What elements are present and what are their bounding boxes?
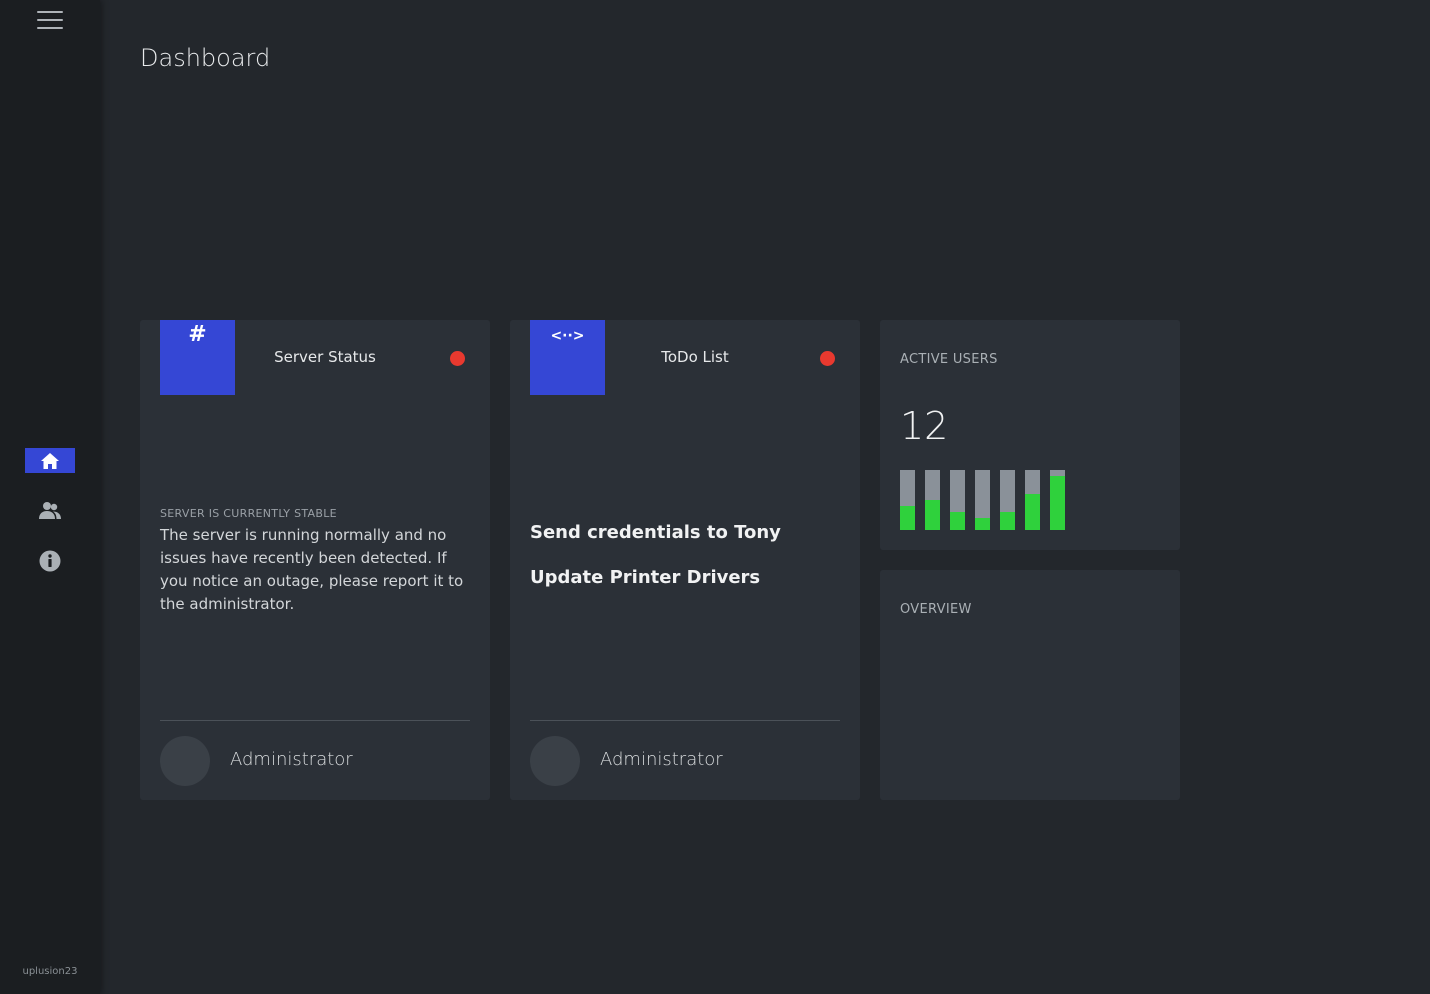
status-label: SERVER IS CURRENTLY STABLE <box>160 507 337 520</box>
author-name: Administrator <box>230 749 353 770</box>
sidebar: uplusion23 <box>0 0 100 994</box>
activity-bar <box>1000 470 1015 530</box>
avatar <box>530 736 580 786</box>
sidebar-item-info[interactable] <box>25 548 75 573</box>
card-title: ToDo List <box>661 348 729 366</box>
activity-bar-fill <box>1000 512 1015 530</box>
code-arrows-icon: <··> <box>530 320 605 395</box>
card-divider <box>530 720 840 721</box>
hash-icon: # <box>160 320 235 395</box>
activity-bar-fill <box>900 506 915 530</box>
card-divider <box>160 720 470 721</box>
activity-bar <box>1025 470 1040 530</box>
sidebar-item-home[interactable] <box>25 448 75 473</box>
status-indicator-dot <box>450 351 465 366</box>
activity-bar <box>925 470 940 530</box>
home-icon <box>41 452 59 469</box>
hamburger-menu-icon[interactable] <box>37 11 63 31</box>
sidebar-item-users[interactable] <box>25 498 75 523</box>
avatar <box>160 736 210 786</box>
activity-bar <box>1050 470 1065 530</box>
activity-bar-fill <box>1050 476 1065 530</box>
card-title: ACTIVE USERS <box>900 352 998 367</box>
status-description: The server is running normally and no is… <box>160 526 464 613</box>
todo-list-card: <··> ToDo List Send credentials to Tony … <box>510 320 860 800</box>
card-title: OVERVIEW <box>900 602 972 617</box>
card-title: Server Status <box>274 348 376 366</box>
todo-item[interactable]: Update Printer Drivers <box>530 567 760 588</box>
activity-bar <box>950 470 965 530</box>
page-title: Dashboard <box>140 44 271 72</box>
active-users-card: ACTIVE USERS 12 <box>880 320 1180 550</box>
activity-bar <box>900 470 915 530</box>
users-icon <box>39 501 61 519</box>
info-icon <box>39 550 61 571</box>
activity-bar-fill <box>950 512 965 530</box>
todo-item[interactable]: Send credentials to Tony <box>530 522 781 543</box>
activity-bar <box>975 470 990 530</box>
activity-bar-fill <box>925 500 940 530</box>
author-name: Administrator <box>600 749 723 770</box>
overview-card: OVERVIEW <box>880 570 1180 800</box>
status-indicator-dot <box>820 351 835 366</box>
username-label: uplusion23 <box>22 966 78 977</box>
activity-bar-fill <box>975 518 990 530</box>
server-status-card: # Server Status SERVER IS CURRENTLY STAB… <box>140 320 490 800</box>
activity-bar-fill <box>1025 494 1040 530</box>
active-users-count: 12 <box>900 404 949 448</box>
